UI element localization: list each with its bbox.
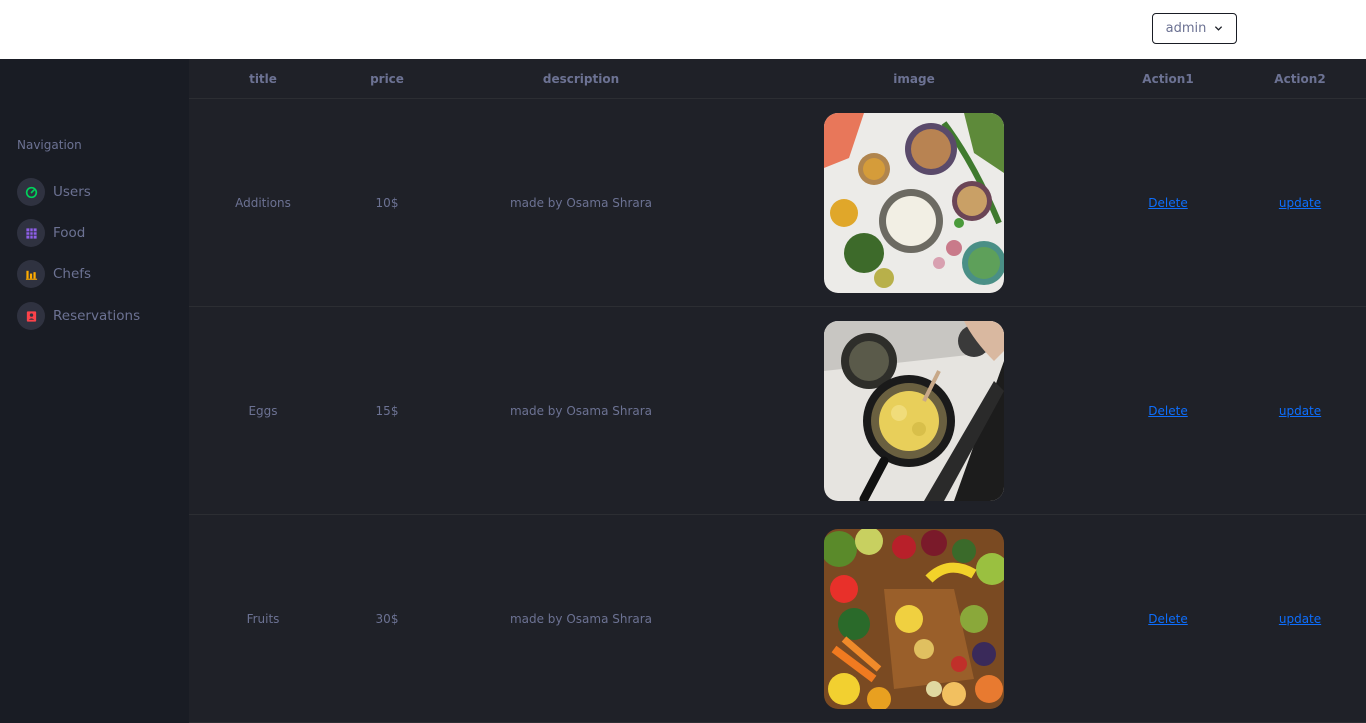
cell-title: Additions bbox=[235, 196, 291, 210]
spices-bowls-photo bbox=[824, 113, 1004, 293]
update-link[interactable]: update bbox=[1279, 404, 1321, 418]
cell-price: 10$ bbox=[375, 196, 399, 210]
sidebar-item-users[interactable]: Users bbox=[17, 178, 91, 206]
update-link[interactable]: update bbox=[1279, 612, 1321, 626]
column-header-action1: Action1 bbox=[1142, 71, 1194, 86]
column-header-description: description bbox=[542, 71, 620, 86]
sidebar-item-label: Chefs bbox=[53, 266, 92, 282]
cell-action1: Delete bbox=[1108, 307, 1228, 515]
cell-price: 15$ bbox=[375, 404, 399, 418]
cell-action1: Delete bbox=[1108, 515, 1228, 723]
cell-image bbox=[824, 307, 1004, 515]
table-row: Additions 10$ made by Osama Shrara Delet… bbox=[189, 99, 1366, 307]
speedometer-icon bbox=[17, 178, 45, 206]
sidebar: Navigation Users Food Chefs Reservations bbox=[0, 59, 189, 723]
admin-label: admin bbox=[1165, 21, 1207, 36]
table-row: Fruits 30$ made by Osama Shrara Delete u… bbox=[189, 515, 1366, 723]
delete-link[interactable]: Delete bbox=[1148, 196, 1187, 210]
cell-image bbox=[824, 99, 1004, 307]
sidebar-item-label: Food bbox=[53, 225, 86, 241]
cell-title: Eggs bbox=[248, 404, 278, 418]
bar-chart-icon bbox=[17, 260, 45, 288]
cell-description: made by Osama Shrara bbox=[509, 612, 653, 626]
table-grid-icon bbox=[17, 219, 45, 247]
table-row: Eggs 15$ made by Osama Shrara Delete upd… bbox=[189, 307, 1366, 515]
top-navbar: admin bbox=[0, 0, 1366, 59]
delete-link[interactable]: Delete bbox=[1148, 404, 1187, 418]
cell-action2: update bbox=[1240, 307, 1360, 515]
delete-link[interactable]: Delete bbox=[1148, 612, 1187, 626]
sidebar-item-label: Users bbox=[53, 184, 91, 200]
fruits-vegetables-photo bbox=[824, 529, 1004, 709]
cell-description: made by Osama Shrara bbox=[509, 404, 653, 418]
sidebar-item-food[interactable]: Food bbox=[17, 219, 85, 247]
cell-price: 30$ bbox=[375, 612, 399, 626]
table-header: title price description image Action1 Ac… bbox=[189, 59, 1366, 99]
chevron-down-icon bbox=[1215, 26, 1223, 31]
column-header-image: image bbox=[893, 71, 935, 86]
cell-description: made by Osama Shrara bbox=[509, 196, 653, 210]
column-header-action2: Action2 bbox=[1274, 71, 1326, 86]
cell-action2: update bbox=[1240, 515, 1360, 723]
sidebar-item-label: Reservations bbox=[53, 308, 141, 324]
column-header-title: title bbox=[249, 71, 277, 86]
admin-dropdown-button[interactable]: admin bbox=[1152, 13, 1237, 44]
nav-heading: Navigation bbox=[17, 138, 82, 152]
food-table: title price description image Action1 Ac… bbox=[189, 59, 1366, 723]
contact-card-icon bbox=[17, 302, 45, 330]
cell-title: Fruits bbox=[246, 612, 280, 626]
column-header-price: price bbox=[370, 71, 404, 86]
sidebar-item-chefs[interactable]: Chefs bbox=[17, 260, 91, 288]
cell-image bbox=[824, 515, 1004, 723]
pan-cooking-photo bbox=[824, 321, 1004, 501]
update-link[interactable]: update bbox=[1279, 196, 1321, 210]
cell-action1: Delete bbox=[1108, 99, 1228, 307]
cell-action2: update bbox=[1240, 99, 1360, 307]
sidebar-item-reservations[interactable]: Reservations bbox=[17, 302, 140, 330]
